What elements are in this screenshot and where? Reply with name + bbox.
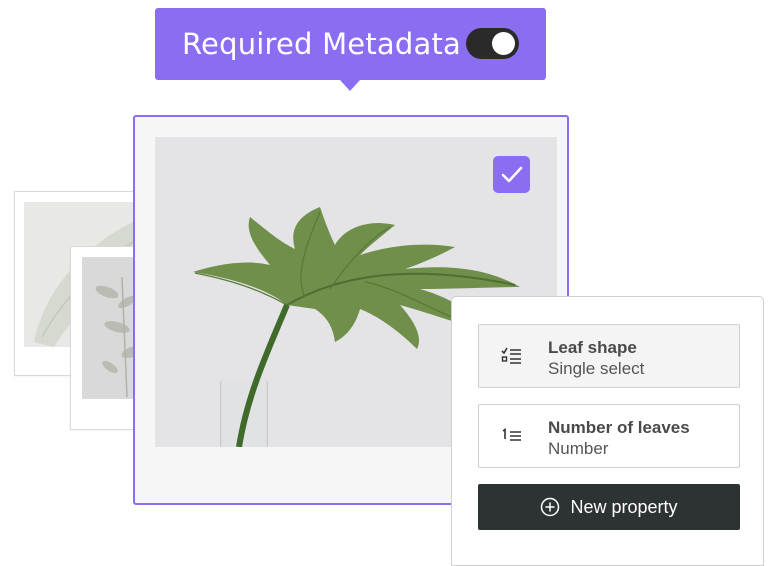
required-metadata-toggle[interactable] — [466, 28, 519, 59]
property-type: Single select — [548, 359, 645, 378]
checkmark-icon — [501, 166, 522, 182]
required-metadata-banner: Required Metadata — [155, 8, 546, 80]
metadata-properties-panel: Leaf shape Single select Number of leave… — [451, 296, 764, 566]
checklist-icon — [501, 347, 521, 364]
banner-title: Required Metadata — [182, 27, 462, 61]
property-number-of-leaves[interactable]: Number of leaves Number — [478, 404, 740, 468]
image-selected-checkbox[interactable] — [493, 156, 530, 193]
new-property-label: New property — [570, 496, 678, 517]
property-label: Leaf shape — [548, 338, 637, 357]
plus-circle-icon — [541, 497, 560, 517]
new-property-button[interactable]: New property — [478, 484, 740, 530]
property-label: Number of leaves — [548, 418, 690, 437]
banner-pointer — [340, 80, 360, 91]
property-leaf-shape[interactable]: Leaf shape Single select — [478, 324, 740, 388]
toggle-knob — [492, 32, 515, 55]
numbered-list-icon — [502, 427, 521, 441]
property-type: Number — [548, 439, 609, 458]
